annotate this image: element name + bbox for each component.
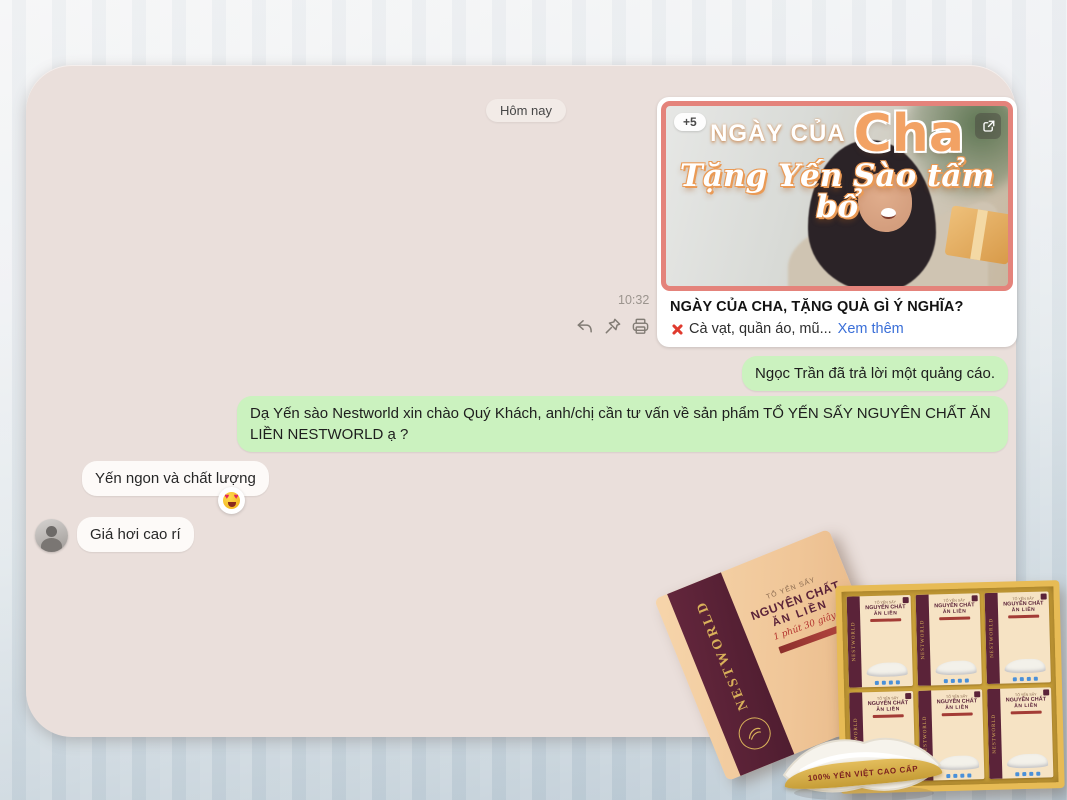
banner-title-word: Cha bbox=[854, 108, 964, 160]
open-in-new-icon[interactable] bbox=[975, 113, 1001, 139]
screenshot-stage: Hôm nay NGÀY CỦA Cha Tặng Yến Sào tẩm bổ bbox=[0, 0, 1067, 800]
ad-body-text: Cà vạt, quần áo, mũ... bbox=[689, 321, 832, 337]
avatar[interactable] bbox=[35, 519, 68, 552]
ad-text-block: NGÀY CỦA CHA, TẶNG QUÀ GÌ Ý NGHĨA? Cà vạ… bbox=[661, 291, 1013, 345]
reaction-badge[interactable] bbox=[218, 487, 245, 514]
ad-headline: NGÀY CỦA CHA, TẶNG QUÀ GÌ Ý NGHĨA? bbox=[670, 299, 1004, 315]
nest-illustration bbox=[1004, 658, 1045, 673]
more-images-badge[interactable]: +5 bbox=[674, 113, 706, 131]
message-hover-actions bbox=[575, 317, 650, 336]
x-mark-icon bbox=[670, 323, 683, 336]
greeting-bubble[interactable]: Dạ Yến sào Nestworld xin chào Quý Khách,… bbox=[237, 396, 1008, 452]
brand-name: NESTWORLD bbox=[693, 597, 752, 712]
ribbon-text: 100% YẾN VIỆT CAO CẤP bbox=[807, 764, 918, 783]
product-photo-overlay: NESTWORLD TỔ YẾN SẤY NGUYÊN CHẤT ĂN LIỀN… bbox=[690, 545, 1067, 800]
banner-subtitle: Tặng Yến Sào tẩm bổ bbox=[666, 161, 1008, 223]
see-more-link[interactable]: Xem thêm bbox=[838, 321, 904, 337]
ad-banner-title: NGÀY CỦA Cha Tặng Yến Sào tẩm bổ bbox=[666, 108, 1008, 223]
nest-illustration bbox=[935, 660, 976, 675]
reply-icon[interactable] bbox=[575, 317, 594, 336]
message-timestamp: 10:32 bbox=[618, 293, 649, 307]
product-small-box: NESTWORLD TỔ YẾN SẤY NGUYÊN CHẤT ĂN LIỀN bbox=[985, 591, 1051, 683]
customer-message-bubble[interactable]: Giá hơi cao rí bbox=[77, 517, 194, 552]
product-small-box: NESTWORLD TỔ YẾN SẤY NGUYÊN CHẤT ĂN LIỀN bbox=[987, 687, 1053, 779]
ad-banner-image: NGÀY CỦA Cha Tặng Yến Sào tẩm bổ +5 bbox=[661, 101, 1013, 291]
brand-bird-logo-icon bbox=[734, 713, 776, 755]
date-separator: Hôm nay bbox=[486, 99, 566, 122]
banner-title-prefix: NGÀY CỦA bbox=[710, 122, 846, 146]
product-small-box: NESTWORLD TỔ YẾN SẤY NGUYÊN CHẤT ĂN LIỀN bbox=[847, 595, 913, 687]
product-small-box: NESTWORLD TỔ YẾN SẤY NGUYÊN CHẤT ĂN LIỀN bbox=[916, 593, 982, 685]
nest-illustration bbox=[866, 662, 907, 677]
nest-illustration bbox=[1007, 753, 1048, 768]
ad-message-card[interactable]: NGÀY CỦA Cha Tặng Yến Sào tẩm bổ +5 NGÀY… bbox=[657, 97, 1017, 347]
reply-notice-bubble[interactable]: Ngọc Trần đã trả lời một quảng cáo. bbox=[742, 356, 1008, 391]
printer-icon[interactable] bbox=[631, 317, 650, 336]
heart-eyes-emoji-icon bbox=[223, 492, 240, 509]
pin-icon[interactable] bbox=[603, 317, 622, 336]
